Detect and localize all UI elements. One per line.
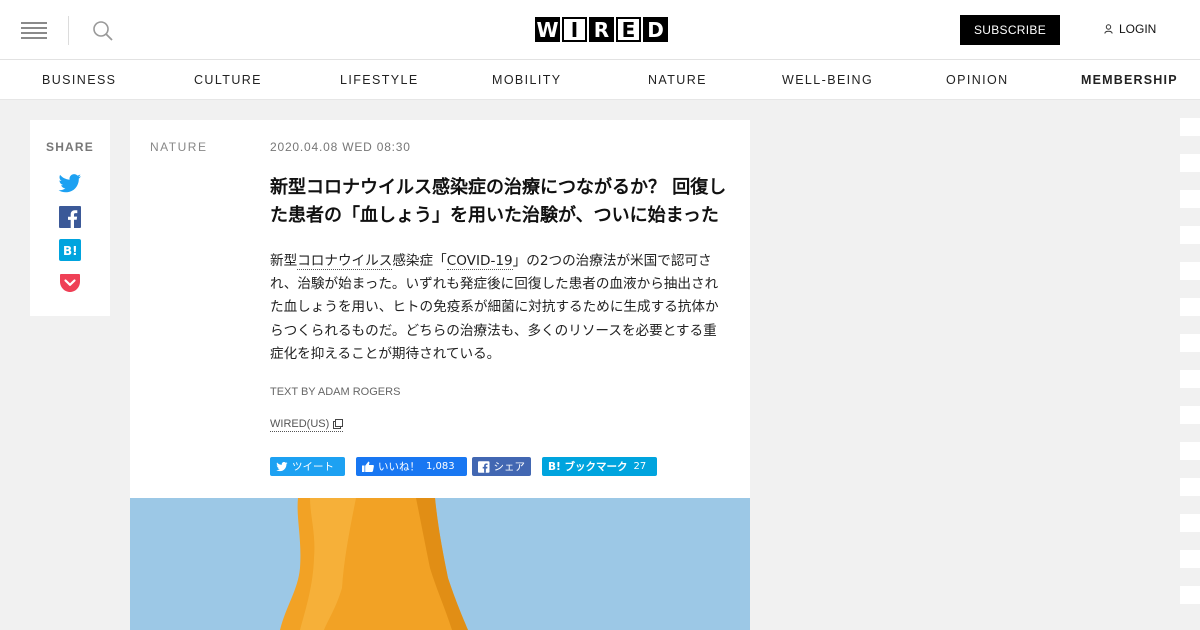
svg-text:B!: B! bbox=[63, 244, 78, 258]
tag-link-coronavirus[interactable]: コロナウイルス bbox=[297, 253, 393, 270]
nav-item-well-being[interactable]: WELL-BEING bbox=[782, 73, 873, 87]
article-category[interactable]: NATURE bbox=[150, 140, 207, 154]
facebook-share-button[interactable]: シェア bbox=[472, 457, 531, 476]
lead-text: 感染症「 bbox=[392, 253, 447, 269]
source-link[interactable]: WIRED(US) bbox=[270, 418, 344, 432]
nav-item-nature[interactable]: NATURE bbox=[648, 73, 707, 87]
tweet-button[interactable]: ツイート bbox=[270, 457, 345, 476]
login-link[interactable]: LOGIN bbox=[1104, 22, 1156, 36]
site-header: W I R E D SUBSCRIBE LOGIN bbox=[0, 0, 1200, 60]
lead-text: 新型 bbox=[270, 253, 298, 269]
hamburger-menu-icon[interactable] bbox=[21, 21, 47, 39]
twitter-icon[interactable] bbox=[58, 172, 82, 196]
article-title: 新型コロナウイルス感染症の治療につながるか？ 回復した患者の「血しょう」を用いた… bbox=[270, 177, 727, 226]
logo-letter: E bbox=[616, 17, 641, 42]
byline: TEXT BY ADAM ROGERS bbox=[270, 386, 401, 398]
header-divider bbox=[68, 16, 69, 45]
nav-item-membership[interactable]: MEMBERSHIP bbox=[1081, 73, 1178, 87]
share-label: シェア bbox=[493, 461, 526, 473]
subscribe-button[interactable]: SUBSCRIBE bbox=[960, 15, 1060, 45]
share-label: SHARE bbox=[45, 140, 94, 154]
twitter-icon bbox=[276, 461, 288, 471]
share-sidebar: SHARE B! bbox=[30, 120, 110, 316]
tag-link-covid19[interactable]: COVID-19 bbox=[446, 253, 513, 270]
logo-letter: R bbox=[589, 17, 614, 42]
logo-letter: W bbox=[535, 17, 560, 42]
article-lead: 新型コロナウイルス感染症「COVID-19」の2つの治療法が米国で認可され、治験… bbox=[270, 250, 730, 366]
nav-item-business[interactable]: BUSINESS bbox=[42, 73, 116, 87]
facebook-like-button[interactable]: いいね！ 1,083 bbox=[356, 457, 467, 476]
logo-letter: I bbox=[562, 17, 587, 42]
nav-item-opinion[interactable]: OPINION bbox=[946, 73, 1009, 87]
bookmark-count: 27 bbox=[633, 461, 647, 472]
article-date: 2020.04.08 WED 08:30 bbox=[270, 140, 411, 154]
like-label: いいね！ bbox=[378, 461, 420, 473]
external-link-icon bbox=[333, 419, 344, 429]
search-icon[interactable] bbox=[92, 20, 114, 42]
hero-image bbox=[130, 498, 750, 630]
logo-letter: D bbox=[643, 17, 668, 42]
wired-logo[interactable]: W I R E D bbox=[535, 17, 668, 42]
thumbs-up-icon bbox=[362, 461, 374, 472]
nav-item-mobility[interactable]: MOBILITY bbox=[492, 73, 562, 87]
nav-item-lifestyle[interactable]: LIFESTYLE bbox=[340, 73, 419, 87]
login-label: LOGIN bbox=[1119, 22, 1157, 36]
facebook-icon bbox=[478, 460, 490, 473]
category-nav: BUSINESS CULTURE LIFESTYLE MOBILITY NATU… bbox=[0, 60, 1200, 100]
like-count: 1,083 bbox=[426, 461, 455, 472]
user-icon bbox=[1104, 24, 1113, 34]
source-label: WIRED(US) bbox=[270, 418, 330, 430]
article-card: NATURE 2020.04.08 WED 08:30 新型コロナウイルス感染症… bbox=[130, 120, 750, 498]
tweet-label: ツイート bbox=[292, 461, 334, 473]
bookmark-label: B! ブックマーク bbox=[548, 461, 628, 473]
right-edge-decoration bbox=[1180, 118, 1200, 630]
hatena-bookmark-button[interactable]: B! ブックマーク 27 bbox=[542, 457, 657, 476]
nav-item-culture[interactable]: CULTURE bbox=[194, 73, 262, 87]
facebook-icon[interactable] bbox=[58, 205, 82, 229]
pocket-icon[interactable] bbox=[58, 271, 82, 295]
hatena-bookmark-icon[interactable]: B! bbox=[58, 238, 82, 262]
